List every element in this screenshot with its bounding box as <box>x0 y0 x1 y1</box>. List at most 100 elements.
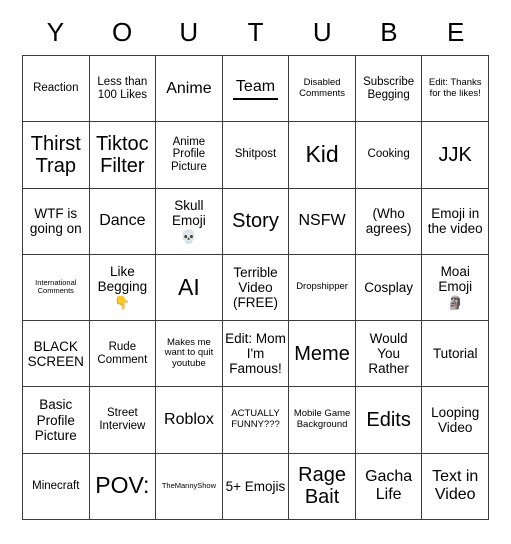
bingo-cell-r4-c3[interactable]: Edit: Mom I'm Famous! <box>222 321 290 388</box>
bingo-cell-r1-c0[interactable]: Thirst Trap <box>23 122 90 189</box>
bingo-cell-text: Makes me want to quit youtube <box>164 336 214 370</box>
bingo-cell-r6-c6[interactable]: Text in Video <box>422 453 489 520</box>
bingo-cell-text: Tutorial <box>432 346 478 362</box>
bingo-cell-r1-c2[interactable]: Anime Profile Picture <box>156 122 223 189</box>
bingo-cell-label: Cooking <box>358 148 420 161</box>
bingo-cell-r2-c2[interactable]: Skull Emoji 💀 <box>156 188 223 255</box>
bingo-cell-label: Dropshipper <box>291 281 353 293</box>
bingo-cell-label: Dance <box>92 212 154 230</box>
bingo-cell-label: Team <box>225 78 287 100</box>
bingo-cell-text: Looping Video <box>431 404 480 436</box>
bingo-cell-text: POV: <box>95 472 150 499</box>
bingo-cell-r5-c4[interactable]: Mobile Game Background <box>289 387 356 454</box>
bingo-cell-text: Story <box>232 210 279 232</box>
bingo-cell-label: Minecraft <box>25 480 87 493</box>
bingo-cell-r0-c4[interactable]: Disabled Comments <box>289 56 356 123</box>
bingo-cell-r2-c3[interactable]: Story <box>222 188 290 255</box>
bingo-cell-r1-c5[interactable]: Cooking <box>355 122 423 189</box>
bingo-cell-r4-c5[interactable]: Would You Rather <box>355 321 423 388</box>
bingo-cell-text: Meme <box>294 342 350 365</box>
bingo-cell-r2-c6[interactable]: Emoji in the video <box>422 188 489 255</box>
bingo-cell-r1-c3[interactable]: Shitpost <box>222 122 290 189</box>
bingo-cell-label: Emoji in the video <box>424 206 486 236</box>
bingo-cell-text: 5+ Emojis <box>225 478 286 494</box>
bingo-cell-text: Thirst Trap <box>30 132 81 177</box>
bingo-cell-r0-c2[interactable]: Anime <box>156 56 223 123</box>
bingo-cell-text: Shitpost <box>234 148 277 161</box>
bingo-cell-label: Street Interview <box>92 407 154 433</box>
bingo-cell-r3-c5[interactable]: Cosplay <box>355 254 423 322</box>
bingo-cell-r2-c0[interactable]: WTF is going on <box>23 188 90 255</box>
bingo-cell-text: ACTUALLY FUNNY??? <box>231 408 280 431</box>
bingo-header-letter-4: U <box>312 16 332 47</box>
bingo-header-row: YOUTUBE <box>22 8 489 55</box>
bingo-cell-r0-c5[interactable]: Subscribe Begging <box>355 56 423 123</box>
bingo-cell-label: Shitpost <box>225 148 287 161</box>
bingo-cell-text: Tiktoc Filter <box>96 132 149 177</box>
bingo-cell-r1-c6[interactable]: JJK <box>422 122 489 189</box>
bingo-cell-r3-c4[interactable]: Dropshipper <box>289 254 356 322</box>
bingo-cell-label: Makes me want to quit youtube <box>158 336 220 370</box>
bingo-cell-text: Mobile Game Background <box>293 408 351 431</box>
bingo-cell-text: Less than 100 Likes <box>97 75 148 101</box>
bingo-cell-label: Story <box>225 210 287 232</box>
bingo-cell-label: Kid <box>291 141 353 168</box>
bingo-header-letter-0: Y <box>46 16 65 47</box>
bingo-cell-r0-c0[interactable]: Reaction <box>23 56 90 123</box>
bingo-cell-text: Anime <box>166 79 212 97</box>
bingo-cell-text: Edit: Mom I'm Famous! <box>225 331 286 377</box>
bingo-cell-text: JJK <box>438 143 472 166</box>
bingo-cell-r0-c6[interactable]: Edit: Thanks for the likes! <box>422 56 489 123</box>
bingo-cell-r6-c2[interactable]: TheMannyShow <box>156 453 223 520</box>
bingo-cell-r6-c3[interactable]: 5+ Emojis <box>222 453 290 520</box>
bingo-cell-label: Mobile Game Background <box>291 409 353 430</box>
bingo-cell-label: Edit: Thanks for the likes! <box>424 77 486 99</box>
bingo-cell-text: Dance <box>99 212 146 230</box>
bingo-cell-label: Tutorial <box>424 346 486 361</box>
bingo-cell-r5-c0[interactable]: Basic Profile Picture <box>23 387 90 454</box>
bingo-cell-text: Reaction <box>33 82 79 95</box>
bingo-cell-r4-c1[interactable]: Rude Comment <box>89 321 157 388</box>
bingo-cell-r5-c6[interactable]: Looping Video <box>422 387 489 454</box>
bingo-card: Y O U T U B E Reaction Less than 100 Likes Anime… <box>0 0 511 544</box>
bingo-cell-text: BLACK SCREEN <box>27 338 84 369</box>
bingo-cell-label: Less than 100 Likes <box>92 76 154 102</box>
bingo-cell-r4-c2[interactable]: Makes me want to quit youtube <box>156 321 223 388</box>
bingo-cell-r4-c4[interactable]: Meme <box>289 321 356 388</box>
bingo-cell-r6-c4[interactable]: Rage Bait <box>289 453 356 520</box>
bingo-cell-r3-c3[interactable]: Terrible Video (FREE) <box>222 254 290 322</box>
bingo-cell-r5-c3[interactable]: ACTUALLY FUNNY??? <box>222 387 290 454</box>
bingo-cell-label: NSFW <box>291 212 353 230</box>
bingo-cell-r6-c5[interactable]: Gacha Life <box>355 453 423 520</box>
bingo-cell-r3-c1[interactable]: Like Begging 👇 <box>89 254 157 322</box>
bingo-cell-r0-c3[interactable]: Team <box>222 56 290 123</box>
bingo-cell-text: Gacha Life <box>365 468 413 504</box>
bingo-cell-r3-c2[interactable]: AI <box>156 254 223 322</box>
bingo-cell-text: Cooking <box>367 148 410 161</box>
bingo-cell-text: AI <box>178 273 200 300</box>
bingo-cell-label: Moai Emoji 🗿 <box>424 264 486 311</box>
bingo-cell-label: Rage Bait <box>291 464 353 509</box>
bingo-cell-r5-c1[interactable]: Street Interview <box>89 387 157 454</box>
bingo-cell-r2-c5[interactable]: (Who agrees) <box>355 188 423 255</box>
bingo-cell-text: Like Begging <box>97 264 148 295</box>
bingo-cell-r2-c1[interactable]: Dance <box>89 188 157 255</box>
bingo-cell-r4-c6[interactable]: Tutorial <box>422 321 489 388</box>
bingo-cell-text: Basic Profile Picture <box>34 397 77 443</box>
bingo-cell-r6-c0[interactable]: Minecraft <box>23 453 90 520</box>
bingo-cell-r6-c1[interactable]: POV: <box>89 453 157 520</box>
bingo-cell-r0-c1[interactable]: Less than 100 Likes <box>89 56 157 123</box>
bingo-cell-r3-c0[interactable]: International Comments <box>23 254 90 322</box>
bingo-cell-r5-c2[interactable]: Roblox <box>156 387 223 454</box>
bingo-cell-r1-c1[interactable]: Tiktoc Filter <box>89 122 157 189</box>
bingo-cell-r4-c0[interactable]: BLACK SCREEN <box>23 321 90 388</box>
bingo-cell-label: Disabled Comments <box>291 77 353 99</box>
bingo-cell-text: Subscribe Begging <box>363 75 415 101</box>
bingo-cell-label: Basic Profile Picture <box>25 397 87 442</box>
bingo-cell-r1-c4[interactable]: Kid <box>289 122 356 189</box>
bingo-cell-text: Disabled Comments <box>299 77 346 99</box>
bingo-cell-label: Terrible Video (FREE) <box>225 265 287 310</box>
bingo-cell-r5-c5[interactable]: Edits <box>355 387 423 454</box>
bingo-cell-r3-c6[interactable]: Moai Emoji 🗿 <box>422 254 489 322</box>
bingo-cell-r2-c4[interactable]: NSFW <box>289 188 356 255</box>
